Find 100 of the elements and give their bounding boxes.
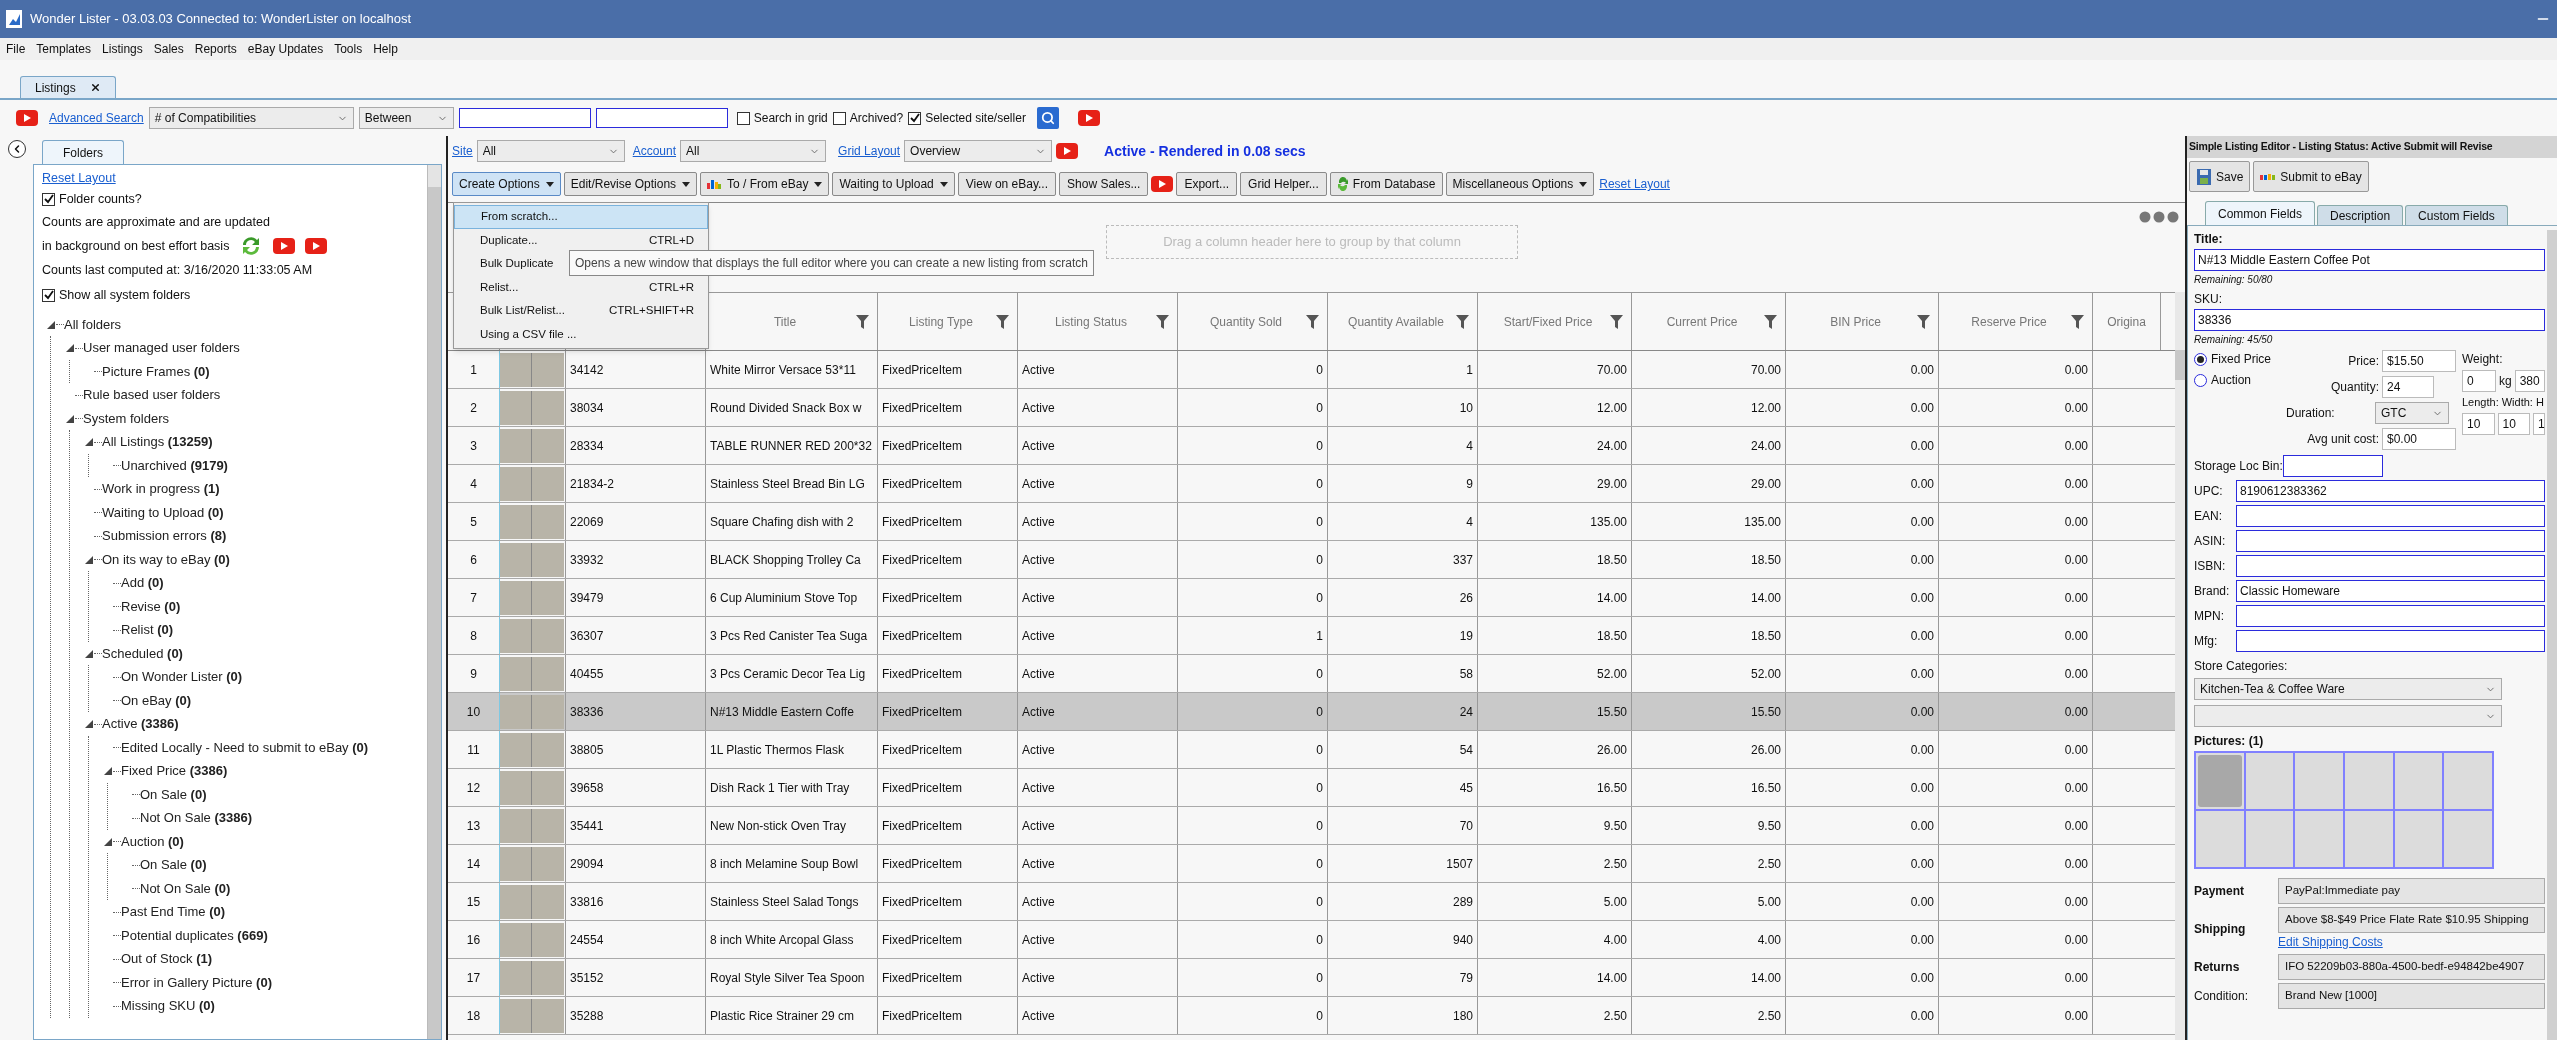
column-header[interactable]: Listing Type — [878, 293, 1018, 350]
column-header[interactable]: Start/Fixed Price — [1478, 293, 1632, 350]
tree-item[interactable]: All folders — [64, 314, 122, 335]
table-row[interactable]: 16 24554 8 inch White Arcopal Glass FixedPriceItem Active 0 940 4.00 4.00 0.00 0.00 — [448, 921, 2175, 959]
tree-item[interactable]: Not On Sale (3386) — [140, 808, 252, 828]
close-icon[interactable] — [89, 82, 101, 93]
video-play-icon[interactable] — [273, 238, 296, 255]
toolbar-button[interactable]: From Database — [1329, 172, 1443, 196]
tree-item[interactable]: Auction (0) — [121, 831, 184, 852]
input-field[interactable] — [2236, 505, 2545, 527]
collapse-button[interactable] — [8, 140, 26, 158]
filter-icon[interactable] — [996, 314, 1009, 329]
policy-select[interactable]: IFO 52209b03-880a-4500-bedf-e94842be4907 — [2278, 954, 2545, 980]
toolbar-button[interactable]: View on eBay... — [957, 172, 1057, 196]
menu-item[interactable]: File — [6, 40, 26, 58]
document-tab[interactable]: Listings — [20, 76, 116, 98]
video-play-icon[interactable] — [1056, 143, 1079, 159]
site-link[interactable]: Site — [452, 142, 473, 160]
input-field[interactable]: 0 — [2462, 370, 2496, 392]
table-row[interactable]: 15 33816 Stainless Steel Salad Tongs FixedPriceItem Active 0 289 5.00 5.00 0.00 0.00 — [448, 883, 2175, 921]
tree-item[interactable]: On eBay (0) — [121, 690, 192, 711]
menu-item[interactable]: Relist... CTRL+R — [454, 275, 708, 299]
tree-item[interactable]: On Sale (0) — [140, 855, 207, 875]
expanded-triangle-icon[interactable] — [103, 766, 113, 776]
toolbar-button[interactable]: Show Sales... — [1059, 172, 1149, 196]
tree-item[interactable]: Out of Stock (1) — [121, 949, 213, 969]
policy-select[interactable]: PayPal:Immediate pay — [2278, 878, 2545, 904]
table-row[interactable]: 18 35288 Plastic Rice Strainer 29 cm FixedPriceItem Active 0 180 2.50 2.50 0.00 0.00 — [448, 997, 2175, 1035]
tree-item[interactable]: Active (3386) — [102, 714, 179, 734]
input-field[interactable]: N#13 Middle Eastern Coffee Pot — [2194, 249, 2545, 271]
input-field[interactable]: 8190612383362 — [2236, 480, 2545, 502]
tree-item[interactable]: Rule based user folders — [83, 385, 221, 405]
checkbox[interactable] — [908, 111, 922, 125]
radio-button[interactable] — [2194, 373, 2207, 387]
tree-item[interactable]: All Listings (13259) — [102, 432, 213, 452]
tree-item[interactable]: Missing SKU (0) — [121, 996, 215, 1016]
input-field[interactable]: $15.50 — [2382, 350, 2456, 372]
input-field[interactable]: 24 — [2382, 376, 2434, 398]
table-row[interactable]: 4 21834-2 Stainless Steel Bread Bin LG FixedPriceItem Active 0 9 29.00 29.00 0.00 0.00 — [448, 465, 2175, 503]
filter-icon[interactable] — [1156, 314, 1169, 329]
column-header[interactable]: Listing Status — [1018, 293, 1178, 350]
tree-item[interactable]: Not On Sale (0) — [140, 878, 231, 899]
checkbox[interactable] — [42, 288, 55, 302]
dropdown-button[interactable]: To / From eBay — [700, 172, 830, 196]
checkbox[interactable] — [42, 192, 55, 206]
filter-icon[interactable] — [1610, 314, 1623, 329]
scrollbar[interactable] — [427, 165, 441, 1039]
scrollbar[interactable] — [2547, 230, 2557, 1040]
layout-select[interactable]: Overview — [904, 140, 1053, 162]
table-row[interactable]: 6 33932 BLACK Shopping Trolley Ca FixedPriceItem Active 0 337 18.50 18.50 0.00 0.00 — [448, 541, 2175, 579]
field-select[interactable]: # of Compatibilities — [148, 107, 354, 129]
scrollbar[interactable] — [2175, 292, 2185, 1040]
menu-item[interactable]: Bulk List/Relist... CTRL+SHIFT+R — [454, 299, 708, 323]
tree-item[interactable]: System folders — [83, 408, 169, 429]
radio-button[interactable] — [2194, 352, 2207, 366]
table-row[interactable]: 11 38805 1L Plastic Thermos Flask FixedPriceItem Active 0 54 26.00 26.00 0.00 0.00 — [448, 731, 2175, 769]
filter-icon[interactable] — [1456, 314, 1469, 329]
tree-item[interactable]: Error in Gallery Picture (0) — [121, 972, 272, 993]
filter-icon[interactable] — [856, 314, 869, 329]
input-field[interactable] — [2236, 530, 2545, 552]
advanced-search-link[interactable]: Advanced Search — [49, 109, 144, 127]
tree-item[interactable]: Edited Locally - Need to submit to eBay (0) — [121, 737, 369, 758]
expanded-triangle-icon[interactable] — [84, 648, 94, 659]
input-field[interactable]: 38336 — [2194, 309, 2545, 331]
table-row[interactable]: 14 29094 8 inch Melamine Soup Bowl FixedPriceItem Active 0 1507 2.50 2.50 0.00 0.00 — [448, 845, 2175, 883]
table-row[interactable]: 1 34142 White Mirror Versace 53*11 FixedPriceItem Active 0 1 70.00 70.00 0.00 0.00 — [448, 351, 2175, 389]
tree-item[interactable]: On its way to eBay (0) — [102, 549, 230, 570]
table-row[interactable]: 10 38336 N#13 Middle Eastern Coffe FixedPriceItem Active 0 24 15.50 15.50 0.00 0.00 — [448, 693, 2175, 731]
tree-item[interactable]: Add (0) — [121, 573, 164, 593]
tree-item[interactable]: Unarchived (9179) — [121, 455, 228, 476]
site-select[interactable]: All — [476, 140, 625, 162]
checkbox[interactable] — [832, 111, 846, 125]
operator-select[interactable]: Between — [358, 107, 454, 129]
tree-item[interactable]: Work in progress (1) — [102, 479, 220, 499]
tree-item[interactable]: Past End Time (0) — [121, 902, 226, 922]
table-row[interactable]: 3 28334 TABLE RUNNER RED 200*32 FixedPriceItem Active 0 4 24.00 24.00 0.00 0.00 — [448, 427, 2175, 465]
tab[interactable]: Common Fields — [2205, 201, 2316, 225]
column-header[interactable]: Current Price — [1632, 293, 1786, 350]
dropdown-button[interactable]: Waiting to Upload — [832, 172, 955, 196]
table-row[interactable]: 9 40455 3 Pcs Ceramic Decor Tea Lig FixedPriceItem Active 0 58 52.00 52.00 0.00 0.00 — [448, 655, 2175, 693]
scrollbar-thumb[interactable] — [2175, 350, 2185, 380]
tree-item[interactable]: On Sale (0) — [140, 784, 207, 805]
column-header[interactable]: Quantity Sold — [1178, 293, 1328, 350]
reset-layout-link[interactable]: Reset Layout — [42, 169, 116, 188]
account-select[interactable]: All — [680, 140, 827, 162]
policy-select[interactable]: Brand New [1000] — [2278, 983, 2545, 1009]
policy-select[interactable]: Above $8-$49 Price Flate Rate $10.95 Shipping — [2278, 907, 2545, 933]
menu-item[interactable]: Reports — [194, 40, 237, 58]
menu-item[interactable]: Listings — [102, 40, 143, 58]
column-header[interactable]: Origina — [2093, 293, 2161, 350]
video-play-icon[interactable] — [16, 110, 38, 126]
tree-item[interactable]: Revise (0) — [121, 596, 181, 617]
dropdown-button[interactable]: Create Options — [452, 172, 561, 196]
filter-icon[interactable] — [2071, 314, 2084, 329]
tree-item[interactable]: Fixed Price (3386) — [121, 761, 228, 781]
dropdown-button[interactable]: Edit/Revise Options — [563, 172, 698, 196]
tree-item[interactable]: Submission errors (8) — [102, 526, 227, 546]
input-field[interactable]: 1 — [2533, 412, 2545, 435]
menu-item[interactable]: Duplicate... CTRL+D — [454, 228, 708, 252]
grid-layout-link[interactable]: Grid Layout — [838, 142, 901, 160]
